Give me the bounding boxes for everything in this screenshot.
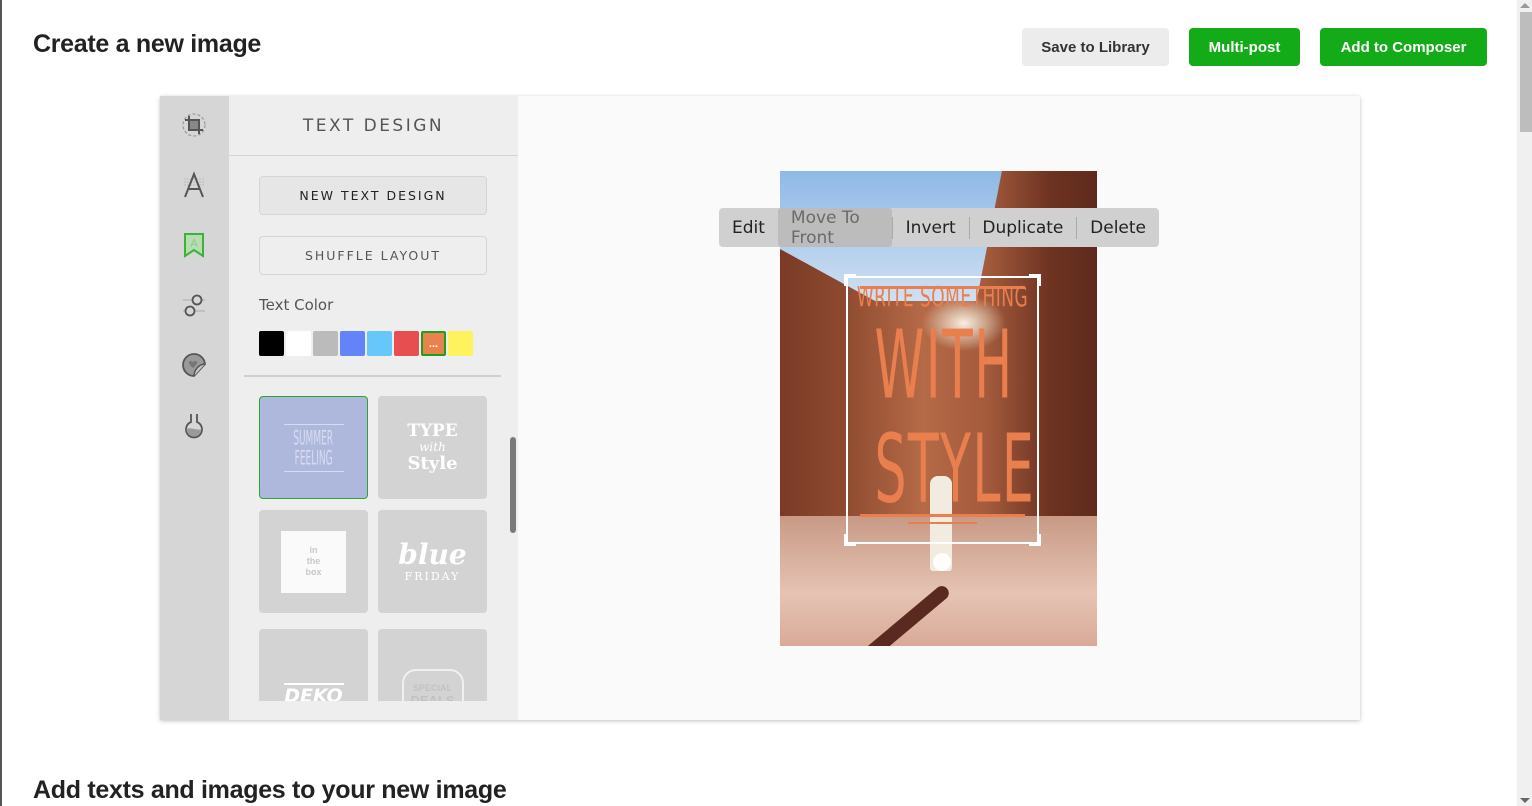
- swatch-light-blue[interactable]: [367, 331, 392, 356]
- context-menu: Edit Move To Front Invert Duplicate Dele…: [719, 208, 1159, 248]
- template-text: FRIDAY: [404, 570, 461, 583]
- template-grid: SUMMER FEELING TYPE with Style in the bo…: [259, 396, 491, 701]
- swatch-white[interactable]: [286, 331, 311, 356]
- swatch-orange-selected[interactable]: ...: [421, 331, 446, 356]
- template-text: in: [309, 545, 318, 555]
- template-box: in the box: [281, 530, 346, 593]
- page-title: Create a new image: [33, 30, 262, 58]
- swatch-blue[interactable]: [340, 331, 365, 356]
- swatch-black[interactable]: [259, 331, 284, 356]
- template-badge: SPECIAL DEALS: [401, 668, 464, 702]
- filter-tool-button[interactable]: [178, 409, 210, 441]
- sticker-tool-button[interactable]: [178, 349, 210, 381]
- resize-handle-br[interactable]: [1029, 534, 1041, 546]
- filter-flask-icon: [185, 414, 203, 439]
- template-text: Style: [407, 452, 458, 474]
- template-text: DEALS: [410, 692, 455, 702]
- svg-text:A: A: [190, 237, 198, 250]
- new-text-design-button[interactable]: NEW TEXT DESIGN: [259, 176, 487, 215]
- resize-handle-bl[interactable]: [844, 534, 856, 546]
- scroll-down-arrow-icon[interactable]: [1520, 798, 1530, 803]
- swatch-red[interactable]: [394, 331, 419, 356]
- template-type-with-style[interactable]: TYPE with Style: [378, 396, 487, 499]
- panel-title: TEXT DESIGN: [229, 96, 518, 156]
- add-to-composer-button[interactable]: Add to Composer: [1320, 28, 1487, 66]
- template-text: SPECIAL: [412, 682, 452, 693]
- shuffle-layout-button[interactable]: SHUFFLE LAYOUT: [259, 236, 487, 275]
- panel-divider: [244, 375, 501, 377]
- template-text: blue: [398, 538, 467, 571]
- image-editor: A TEXT DESIGN NEW TEXT DESIGN SHUFFLE LA…: [160, 96, 1360, 720]
- text-design-panel: TEXT DESIGN NEW TEXT DESIGN SHUFFLE LAYO…: [229, 96, 518, 720]
- swatch-yellow[interactable]: [448, 331, 473, 356]
- adjust-sliders-icon: [183, 294, 205, 317]
- duplicate-menu-item[interactable]: Duplicate: [969, 208, 1076, 247]
- crop-tool-button[interactable]: [178, 109, 210, 141]
- page-scroll-thumb[interactable]: [1520, 12, 1532, 132]
- more-colors-icon: ...: [428, 337, 439, 350]
- move-to-front-menu-item[interactable]: Move To Front: [777, 208, 892, 248]
- save-to-library-button[interactable]: Save to Library: [1022, 28, 1169, 66]
- invert-menu-item[interactable]: Invert: [893, 208, 969, 247]
- adjust-tool-button[interactable]: [178, 289, 210, 321]
- template-blue-friday[interactable]: blue FRIDAY: [378, 510, 487, 613]
- crop-icon: [182, 113, 206, 137]
- text-color-label: Text Color: [259, 296, 334, 314]
- template-text: DEKO: [284, 684, 343, 702]
- template-text: FEELING: [294, 445, 333, 470]
- template-summer-feeling[interactable]: SUMMER FEELING: [259, 396, 368, 499]
- scroll-up-arrow-icon[interactable]: [1520, 3, 1530, 8]
- canvas-area: WRITE SOMETHING WITH STYLE Edit Move To …: [518, 96, 1360, 720]
- design-text-style: STYLE: [874, 413, 1036, 525]
- design-rule-short: [908, 522, 977, 524]
- text-design-tool-button[interactable]: A: [178, 229, 210, 261]
- page-scrollbar[interactable]: [1517, 0, 1532, 806]
- design-text-with: WITH: [874, 309, 1014, 421]
- edit-menu-item[interactable]: Edit: [719, 208, 778, 247]
- template-text: the: [306, 556, 321, 566]
- color-swatches: ...: [259, 331, 473, 356]
- font-icon: [184, 171, 204, 198]
- font-tool-button[interactable]: [178, 169, 210, 201]
- template-text: box: [305, 567, 322, 577]
- template-text: with: [419, 439, 446, 454]
- template-deko[interactable]: DEKO: [259, 629, 368, 701]
- swatch-gray[interactable]: [313, 331, 338, 356]
- tool-rail: A: [160, 96, 229, 720]
- sticker-icon: [182, 353, 206, 377]
- delete-menu-item[interactable]: Delete: [1077, 208, 1159, 247]
- section-title: Add texts and images to your new image: [33, 776, 507, 804]
- template-in-the-box[interactable]: in the box: [259, 510, 368, 613]
- template-text: TYPE: [407, 420, 458, 441]
- text-design-bookmark-icon: A: [184, 233, 204, 258]
- design-rule-bottom: [860, 514, 1025, 517]
- template-scrollbar[interactable]: [510, 437, 516, 533]
- rotate-handle[interactable]: [933, 553, 951, 571]
- text-design-selection[interactable]: WRITE SOMETHING WITH STYLE: [844, 274, 1041, 546]
- template-special-deals[interactable]: SPECIAL DEALS: [378, 629, 487, 701]
- multi-post-button[interactable]: Multi-post: [1189, 28, 1300, 66]
